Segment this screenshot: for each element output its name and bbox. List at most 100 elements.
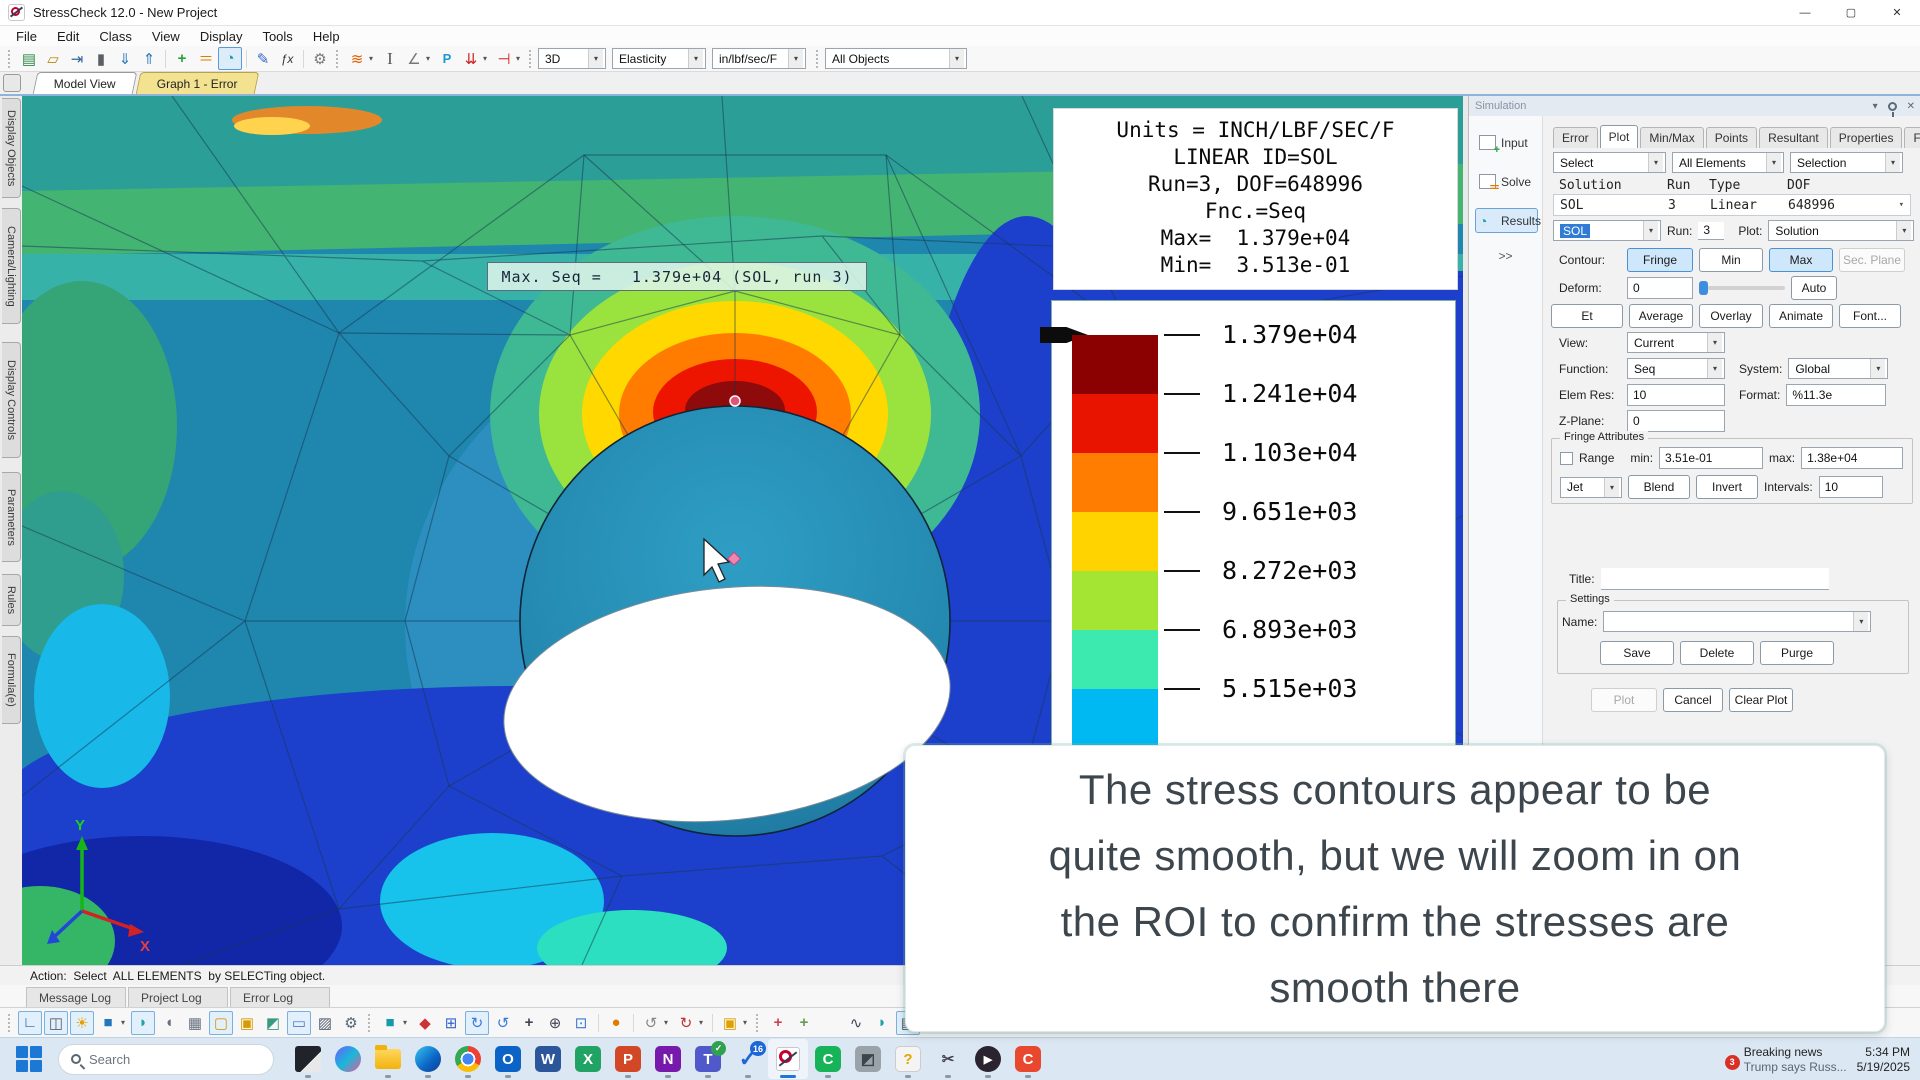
settings-gear-icon[interactable]: ⚙ bbox=[308, 47, 332, 70]
utility-app[interactable]: ◩ bbox=[848, 1039, 888, 1079]
loads-icon[interactable]: ⇊ bbox=[459, 47, 483, 70]
overlay-button[interactable]: Overlay bbox=[1699, 304, 1763, 328]
hatch-view-icon[interactable]: ▨ bbox=[313, 1011, 337, 1035]
max-button[interactable]: Max bbox=[1769, 248, 1833, 272]
deform-input[interactable] bbox=[1627, 277, 1693, 299]
select-box-icon[interactable]: ⊞ bbox=[439, 1011, 463, 1035]
settings-name-combo[interactable]: ▾ bbox=[1603, 611, 1871, 632]
fringe-button[interactable]: Fringe bbox=[1627, 248, 1693, 272]
nav-solve[interactable]: ＝ Solve bbox=[1475, 169, 1538, 194]
sidebar-tab-display-controls[interactable]: Display Controls bbox=[2, 342, 21, 458]
selection-combo[interactable]: Selection▾ bbox=[1790, 152, 1903, 173]
tab-error-log[interactable]: Error Log bbox=[230, 987, 330, 1007]
view-previous-dropdown-icon[interactable]: ▾ bbox=[664, 1018, 673, 1027]
menu-edit[interactable]: Edit bbox=[47, 28, 89, 45]
shrink-elements-icon[interactable]: ◩ bbox=[261, 1011, 285, 1035]
sidebar-tab-rules[interactable]: Rules bbox=[2, 574, 21, 626]
pan-view-icon[interactable]: + bbox=[517, 1011, 541, 1035]
deform-slider[interactable] bbox=[1699, 286, 1785, 290]
review-icon[interactable]: ✎ bbox=[251, 47, 275, 70]
menu-class[interactable]: Class bbox=[89, 28, 142, 45]
chevron-down-icon[interactable]: ▾ bbox=[1896, 221, 1911, 240]
chevron-down-icon[interactable]: ▾ bbox=[588, 49, 603, 68]
chevron-down-icon[interactable]: ▾ bbox=[1707, 359, 1722, 378]
clear-plot-button[interactable]: Clear Plot bbox=[1729, 688, 1793, 712]
points-doc-icon[interactable]: P bbox=[435, 47, 459, 70]
simulation-panel-header[interactable]: Simulation ▾ ✕ bbox=[1469, 96, 1920, 116]
tab-error[interactable]: Error bbox=[1553, 127, 1598, 148]
surface-icon[interactable]: ◗ bbox=[870, 1011, 894, 1035]
sidebar-tab-formulae[interactable]: Formula(e) bbox=[2, 636, 21, 724]
format-input[interactable] bbox=[1786, 384, 1886, 406]
edit-object-icon[interactable]: ＝ bbox=[194, 47, 218, 70]
panel-menu-icon[interactable]: ▾ bbox=[1873, 101, 1878, 112]
chevron-down-icon[interactable]: ▾ bbox=[1885, 153, 1900, 172]
plot-button[interactable]: Plot bbox=[1591, 688, 1657, 712]
constraints-dropdown-icon[interactable]: ▾ bbox=[516, 54, 525, 63]
layers-icon[interactable]: ≋ bbox=[345, 47, 369, 70]
panel-close-icon[interactable]: ✕ bbox=[1907, 101, 1915, 112]
auto-button[interactable]: Auto bbox=[1791, 276, 1837, 300]
element-faces-icon[interactable]: ▢ bbox=[209, 1011, 233, 1035]
chrome-app[interactable] bbox=[448, 1039, 488, 1079]
news-headline[interactable]: Breaking news Trump says Russ... bbox=[1744, 1045, 1847, 1075]
palette-combo[interactable]: Jet▾ bbox=[1560, 477, 1622, 498]
add-object-icon[interactable]: + bbox=[170, 47, 194, 70]
excel-app[interactable]: X bbox=[568, 1039, 608, 1079]
file-explorer-app[interactable] bbox=[368, 1039, 408, 1079]
curve-icon[interactable]: ∿ bbox=[844, 1011, 868, 1035]
taskbar-clock[interactable]: 5:34 PM 5/19/2025 bbox=[1857, 1045, 1910, 1075]
menu-display[interactable]: Display bbox=[190, 28, 253, 45]
solid-view-icon[interactable]: ■ bbox=[96, 1011, 120, 1035]
media-player-app[interactable]: ▶ bbox=[968, 1039, 1008, 1079]
chevron-down-icon[interactable]: ▾ bbox=[1853, 612, 1868, 631]
solution-select-combo[interactable]: SOL▾ bbox=[1553, 220, 1661, 241]
angle-dropdown-icon[interactable]: ▾ bbox=[426, 54, 435, 63]
open-model-icon[interactable]: ▱ bbox=[41, 47, 65, 70]
fringe-min-input[interactable] bbox=[1659, 447, 1763, 469]
new-model-icon[interactable]: ▤ bbox=[17, 47, 41, 70]
display-settings-icon[interactable]: ⚙ bbox=[339, 1011, 363, 1035]
system-combo[interactable]: Global▾ bbox=[1788, 358, 1888, 379]
discipline-combo[interactable]: Elasticity ▾ bbox=[612, 48, 706, 69]
minimize-button[interactable]: — bbox=[1782, 0, 1828, 26]
points-green-icon[interactable]: + bbox=[792, 1011, 816, 1035]
stresscheck-app[interactable] bbox=[768, 1039, 808, 1079]
cancel-button[interactable]: Cancel bbox=[1663, 688, 1723, 712]
chevron-down-icon[interactable]: ▾ bbox=[1707, 333, 1722, 352]
tab-fracture[interactable]: Fractu bbox=[1904, 127, 1920, 148]
close-button[interactable]: ✕ bbox=[1874, 0, 1920, 26]
surface-view-icon[interactable]: ◗ bbox=[131, 1011, 155, 1035]
sidebar-tab-display-objects[interactable]: Display Objects bbox=[2, 98, 21, 198]
lighting-icon[interactable]: ☀ bbox=[70, 1011, 94, 1035]
menu-view[interactable]: View bbox=[142, 28, 190, 45]
menu-tools[interactable]: Tools bbox=[252, 28, 302, 45]
tab-graph-error[interactable]: Graph 1 - Error bbox=[135, 72, 258, 94]
et-button[interactable]: Et bbox=[1551, 304, 1623, 328]
formula-icon[interactable]: ƒx bbox=[275, 47, 299, 70]
run-input[interactable] bbox=[1698, 222, 1724, 240]
deform-slider-knob[interactable] bbox=[1699, 281, 1708, 295]
sec-plane-button[interactable]: Sec. Plane bbox=[1839, 248, 1905, 272]
desktop-app[interactable] bbox=[288, 1039, 328, 1079]
rotate-view-icon[interactable]: ↻ bbox=[465, 1011, 489, 1035]
min-button[interactable]: Min bbox=[1699, 248, 1763, 272]
shaded-render-icon[interactable]: ● bbox=[604, 1011, 628, 1035]
word-app[interactable]: W bbox=[528, 1039, 568, 1079]
ibeam-icon[interactable]: I bbox=[378, 47, 402, 70]
pin-icon[interactable] bbox=[1888, 102, 1897, 111]
points-red-icon[interactable]: + bbox=[766, 1011, 790, 1035]
blend-button[interactable]: Blend bbox=[1628, 475, 1690, 499]
chevron-down-icon[interactable]: ▾ bbox=[1648, 153, 1663, 172]
chevron-down-icon[interactable]: ▾ bbox=[788, 49, 803, 68]
font-button[interactable]: Font... bbox=[1839, 304, 1901, 328]
tab-properties[interactable]: Properties bbox=[1830, 127, 1903, 148]
nav-results[interactable]: ◔ Results bbox=[1475, 208, 1538, 233]
elements-combo[interactable]: All Elements▾ bbox=[1672, 152, 1784, 173]
orbit-view-icon[interactable]: ↺ bbox=[491, 1011, 515, 1035]
chevron-down-icon[interactable]: ▾ bbox=[1766, 153, 1781, 172]
tab-plot[interactable]: Plot bbox=[1600, 125, 1639, 148]
title-input[interactable] bbox=[1601, 568, 1829, 590]
wireframe-view-icon[interactable]: ◖ bbox=[157, 1011, 181, 1035]
intervals-input[interactable] bbox=[1819, 476, 1883, 498]
